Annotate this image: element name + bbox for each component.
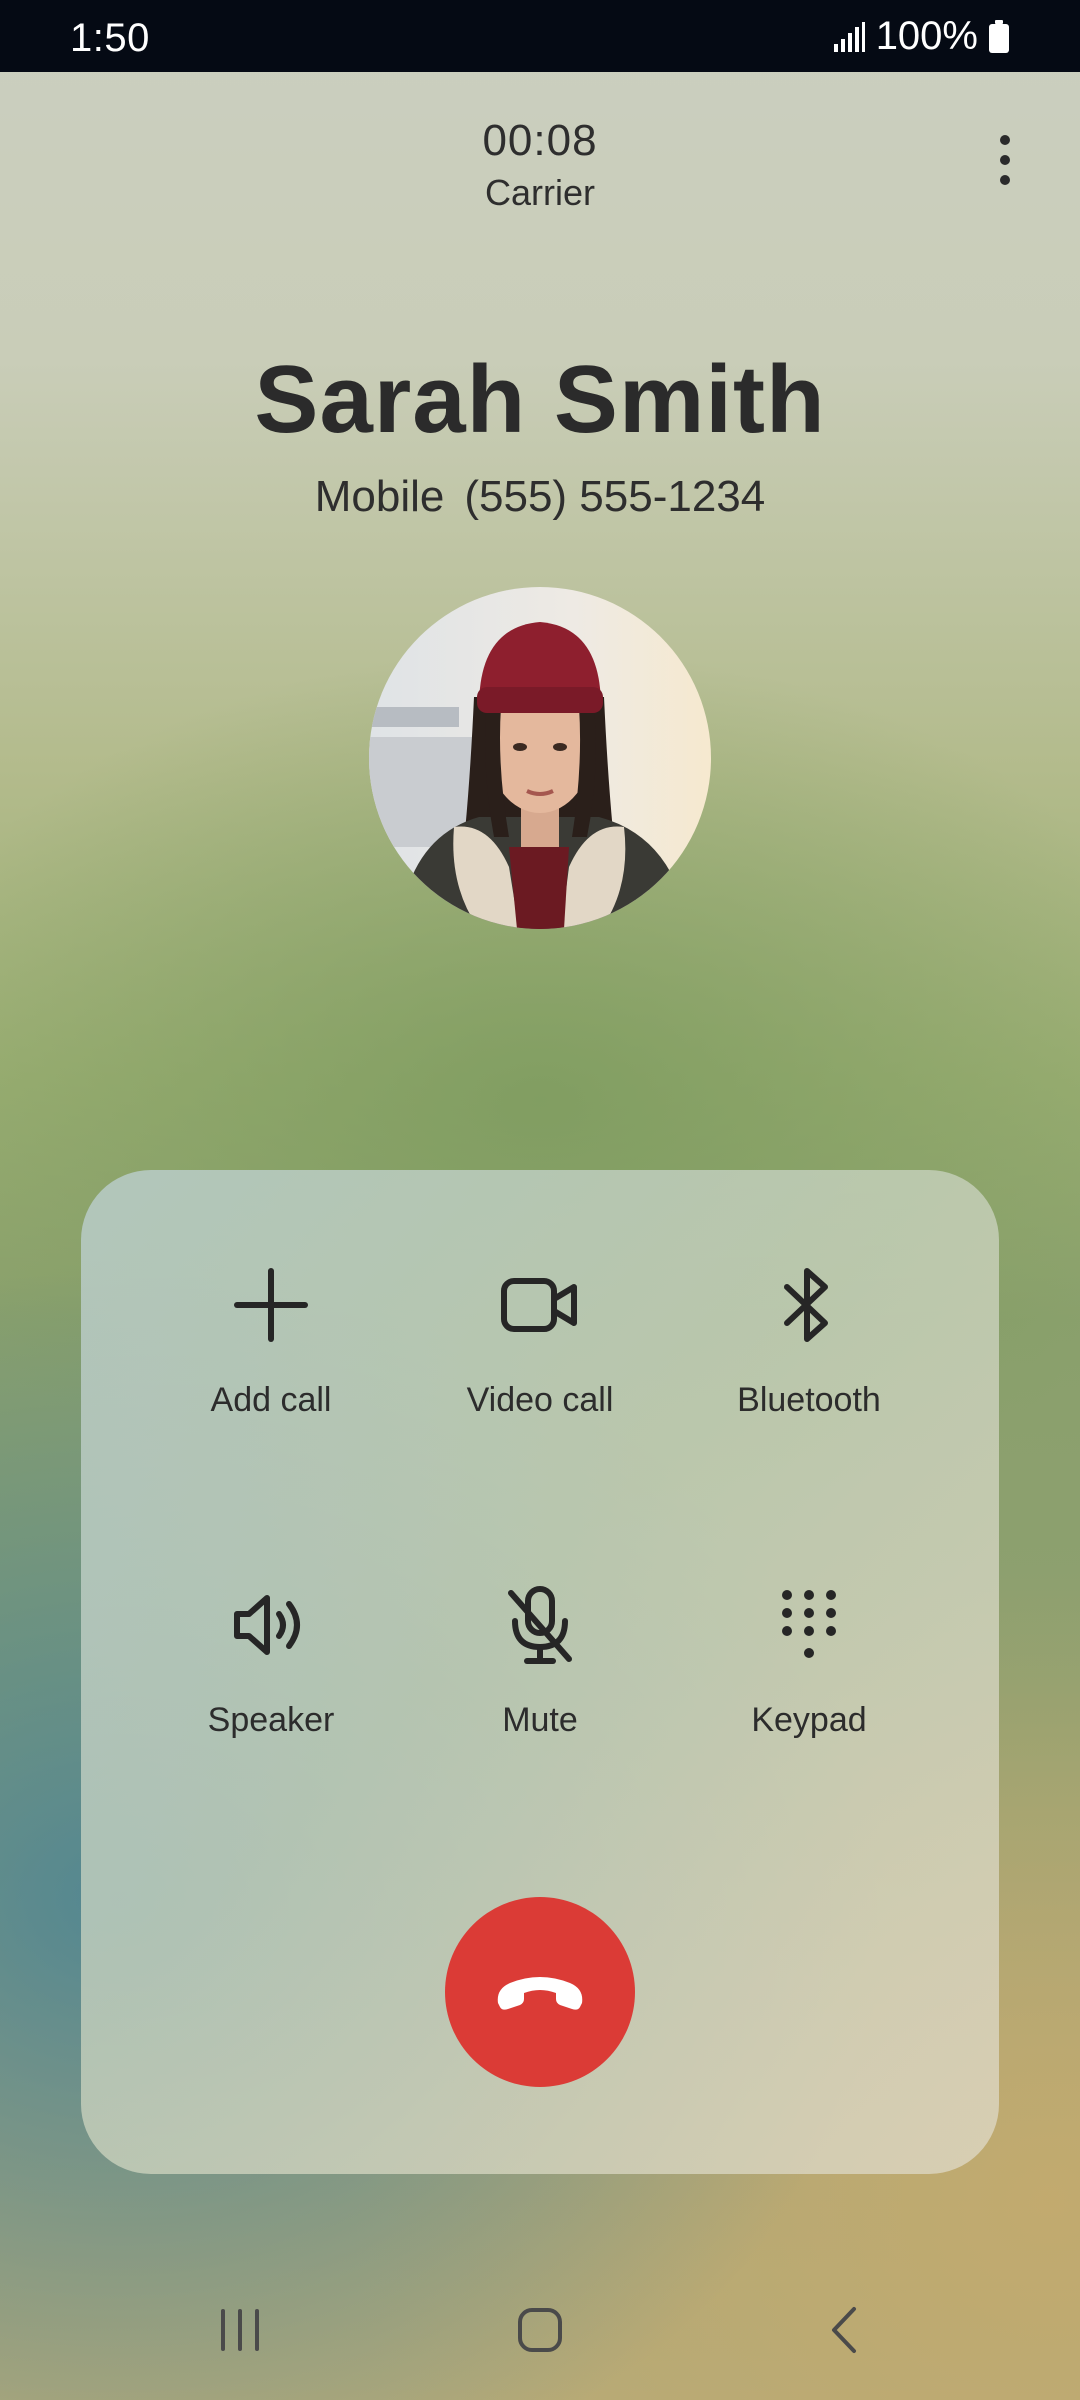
plus-icon xyxy=(234,1268,308,1342)
speaker-label: Speaker xyxy=(207,1701,335,1739)
back-icon xyxy=(832,2307,856,2353)
phone-hangup-icon xyxy=(497,1977,583,2010)
microphone-off-icon xyxy=(508,1586,572,1664)
contact-avatar xyxy=(369,587,711,929)
bluetooth-button[interactable]: Bluetooth xyxy=(679,1235,939,1455)
end-call-button[interactable] xyxy=(445,1897,635,2087)
bluetooth-label: Bluetooth xyxy=(737,1381,881,1419)
status-icons: 100% xyxy=(832,14,1010,59)
home-button[interactable] xyxy=(480,2280,600,2380)
bluetooth-icon xyxy=(784,1268,828,1342)
add-call-button[interactable]: Add call xyxy=(141,1235,401,1455)
keypad-button[interactable]: Keypad xyxy=(679,1555,939,1775)
navigation-bar xyxy=(0,2280,1080,2380)
recent-apps-button[interactable] xyxy=(180,2280,300,2380)
more-vertical-icon xyxy=(1000,135,1010,185)
battery-icon xyxy=(989,19,1009,53)
keypad-icon xyxy=(782,1590,836,1658)
phone-number: (555) 555-1234 xyxy=(464,472,766,521)
status-bar: 1:50 100% xyxy=(0,0,1080,72)
status-time: 1:50 xyxy=(70,16,150,60)
add-call-label: Add call xyxy=(210,1381,332,1419)
avatar-portrait xyxy=(369,587,711,929)
call-timer: 00:08 xyxy=(482,116,598,165)
more-options-button[interactable] xyxy=(970,120,1040,200)
call-carrier: Carrier xyxy=(484,172,595,213)
keypad-label: Keypad xyxy=(751,1701,867,1739)
video-camera-icon xyxy=(501,1278,577,1332)
battery-percent: 100% xyxy=(875,14,978,58)
video-call-button[interactable]: Video call xyxy=(410,1235,670,1455)
recent-apps-icon xyxy=(221,2309,259,2351)
mute-button[interactable]: Mute xyxy=(410,1555,670,1775)
contact-number-line: Mobile (555) 555-1234 xyxy=(0,472,1080,522)
signal-icon xyxy=(833,21,865,52)
contact-name: Sarah Smith xyxy=(254,346,826,453)
home-icon xyxy=(518,2308,562,2352)
mute-label: Mute xyxy=(502,1701,578,1739)
back-button[interactable] xyxy=(785,2280,905,2380)
number-type: Mobile xyxy=(314,472,445,521)
speaker-button[interactable]: Speaker xyxy=(141,1555,401,1775)
speaker-icon xyxy=(234,1595,300,1655)
video-call-label: Video call xyxy=(466,1381,614,1419)
